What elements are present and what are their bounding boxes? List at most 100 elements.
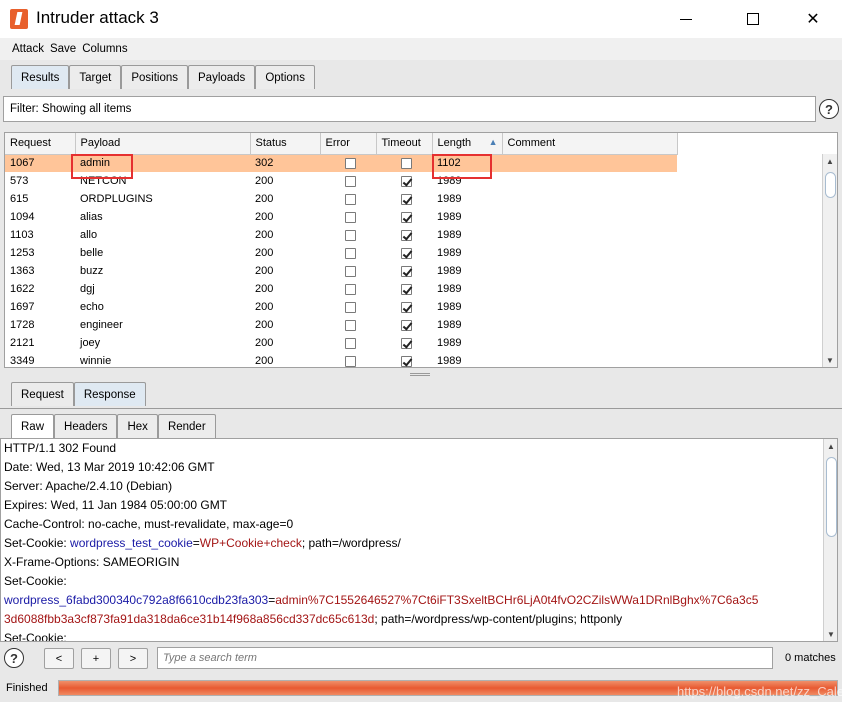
search-input[interactable] — [157, 647, 773, 669]
response-segment: X-Frame-Options: SAMEORIGIN — [4, 555, 180, 569]
tab-results[interactable]: Results — [11, 65, 70, 89]
table-row[interactable]: 1094 alias 200 1989 — [5, 208, 677, 226]
table-row[interactable]: 1728 engineer 200 1989 — [5, 316, 677, 334]
tab-render[interactable]: Render — [157, 414, 216, 438]
column-header-timeout[interactable]: Timeout — [376, 133, 433, 155]
scroll-down-icon[interactable]: ▼ — [823, 353, 837, 367]
message-view-tabs: Raw Headers Hex Render — [11, 414, 216, 438]
error-checkbox — [345, 355, 356, 367]
cell-payload: winnie — [80, 355, 112, 367]
table-row[interactable]: 3349 winnie 200 1989 — [5, 352, 677, 367]
error-checkbox — [345, 301, 356, 313]
timeout-checkbox — [401, 157, 412, 169]
cell-status: 200 — [255, 247, 274, 259]
results-scrollbar[interactable]: ▲ ▼ — [822, 154, 837, 367]
tab-positions[interactable]: Positions — [121, 65, 188, 89]
cell-length: 1989 — [437, 319, 462, 331]
close-button[interactable]: ✕ — [790, 0, 836, 38]
cell-length: 1989 — [437, 283, 462, 295]
response-line: wordpress_6fabd300340c792a8f6610cdb23fa3… — [4, 591, 758, 610]
table-header-row: Request Payload Status Error Timeout Len… — [5, 133, 678, 155]
timeout-checkbox — [401, 319, 412, 331]
response-segment: ; path=/wordpress/ — [301, 536, 401, 550]
scroll-thumb[interactable] — [826, 457, 837, 537]
table-row[interactable]: 1363 buzz 200 1989 — [5, 262, 677, 280]
response-segment: Set-Cookie: — [4, 536, 71, 550]
cell-request: 1363 — [10, 265, 35, 277]
watermark: https://blog.csdn.net/zz_Caleb — [677, 684, 842, 699]
match-count: 0 matches — [785, 652, 836, 664]
error-checkbox — [345, 157, 356, 169]
table-row[interactable]: 1253 belle 200 1989 — [5, 244, 677, 262]
cell-error — [320, 208, 376, 226]
cell-timeout — [376, 280, 432, 298]
tab-response[interactable]: Response — [73, 382, 146, 406]
search-bar: ? < + > 0 matches — [0, 643, 842, 673]
tab-headers[interactable]: Headers — [54, 414, 118, 438]
column-header-comment[interactable]: Comment — [502, 133, 678, 155]
response-scrollbar[interactable]: ▲ ▼ — [823, 439, 837, 641]
add-search-button[interactable]: + — [81, 648, 111, 669]
response-line: Server: Apache/2.4.10 (Debian) — [4, 477, 172, 496]
menu-save[interactable]: Save — [50, 43, 76, 55]
cell-payload: engineer — [80, 319, 123, 331]
cell-error — [320, 226, 376, 244]
tab-payloads[interactable]: Payloads — [188, 65, 256, 89]
column-header-status[interactable]: Status — [250, 133, 321, 155]
cell-request: 3349 — [10, 355, 35, 367]
tab-target[interactable]: Target — [69, 65, 122, 89]
tab-hex[interactable]: Hex — [117, 414, 158, 438]
column-header-length[interactable]: Length ▲ — [432, 133, 503, 155]
response-text-area[interactable]: HTTP/1.1 302 Found Date: Wed, 13 Mar 2019… — [0, 438, 838, 642]
response-line: Set-Cookie: — [4, 572, 67, 591]
panel-splitter[interactable] — [410, 373, 430, 376]
table-row[interactable]: 615 ORDPLUGINS 200 1989 — [5, 190, 677, 208]
minimize-icon — [680, 18, 692, 20]
filter-label: Filter: Showing all items — [10, 103, 132, 115]
cell-request: 1728 — [10, 319, 35, 331]
cell-timeout — [376, 298, 432, 316]
table-row[interactable]: 1697 echo 200 1989 — [5, 298, 677, 316]
next-match-button[interactable]: > — [118, 648, 148, 669]
tab-raw[interactable]: Raw — [11, 414, 55, 438]
column-header-payload[interactable]: Payload — [75, 133, 251, 155]
scroll-up-icon[interactable]: ▲ — [824, 439, 837, 453]
maximize-button[interactable] — [730, 0, 776, 38]
error-checkbox — [345, 175, 356, 187]
menu-attack[interactable]: Attack — [12, 43, 44, 55]
table-row[interactable]: 2121 joey 200 1989 — [5, 334, 677, 352]
table-row[interactable]: 1622 dgj 200 1989 — [5, 280, 677, 298]
cell-comment — [502, 280, 677, 298]
timeout-checkbox — [401, 229, 412, 241]
scroll-up-icon[interactable]: ▲ — [823, 154, 837, 168]
column-header-request[interactable]: Request — [5, 133, 76, 155]
previous-match-button[interactable]: < — [44, 648, 74, 669]
scroll-thumb[interactable] — [825, 172, 836, 198]
help-icon[interactable]: ? — [4, 648, 24, 668]
column-header-error[interactable]: Error — [320, 133, 377, 155]
tab-options[interactable]: Options — [255, 65, 315, 89]
help-icon[interactable]: ? — [819, 99, 839, 119]
cell-comment — [502, 262, 677, 280]
cell-request: 1697 — [10, 301, 35, 313]
cell-length: 1989 — [437, 355, 462, 367]
cell-status: 200 — [255, 211, 274, 223]
cell-request: 1094 — [10, 211, 35, 223]
timeout-checkbox — [401, 355, 412, 367]
tab-request[interactable]: Request — [11, 382, 74, 406]
filter-bar[interactable]: Filter: Showing all items — [3, 96, 816, 122]
response-segment: wordpress_6fabd300340c792a8f6610cdb23fa3… — [4, 593, 269, 607]
highlight-payload-admin — [71, 154, 133, 179]
timeout-checkbox — [401, 265, 412, 277]
minimize-button[interactable] — [663, 0, 709, 38]
menu-columns[interactable]: Columns — [82, 43, 127, 55]
response-segment: ; path=/wordpress/wp-content/plugins; ht… — [374, 612, 623, 626]
scroll-down-icon[interactable]: ▼ — [824, 627, 837, 641]
results-table-panel: Request Payload Status Error Timeout Len… — [4, 132, 838, 368]
cell-comment — [502, 316, 677, 334]
cell-status: 200 — [255, 193, 274, 205]
cell-comment — [502, 190, 677, 208]
table-row[interactable]: 1103 allo 200 1989 — [5, 226, 677, 244]
cell-payload: joey — [80, 337, 101, 349]
cell-status: 200 — [255, 283, 274, 295]
